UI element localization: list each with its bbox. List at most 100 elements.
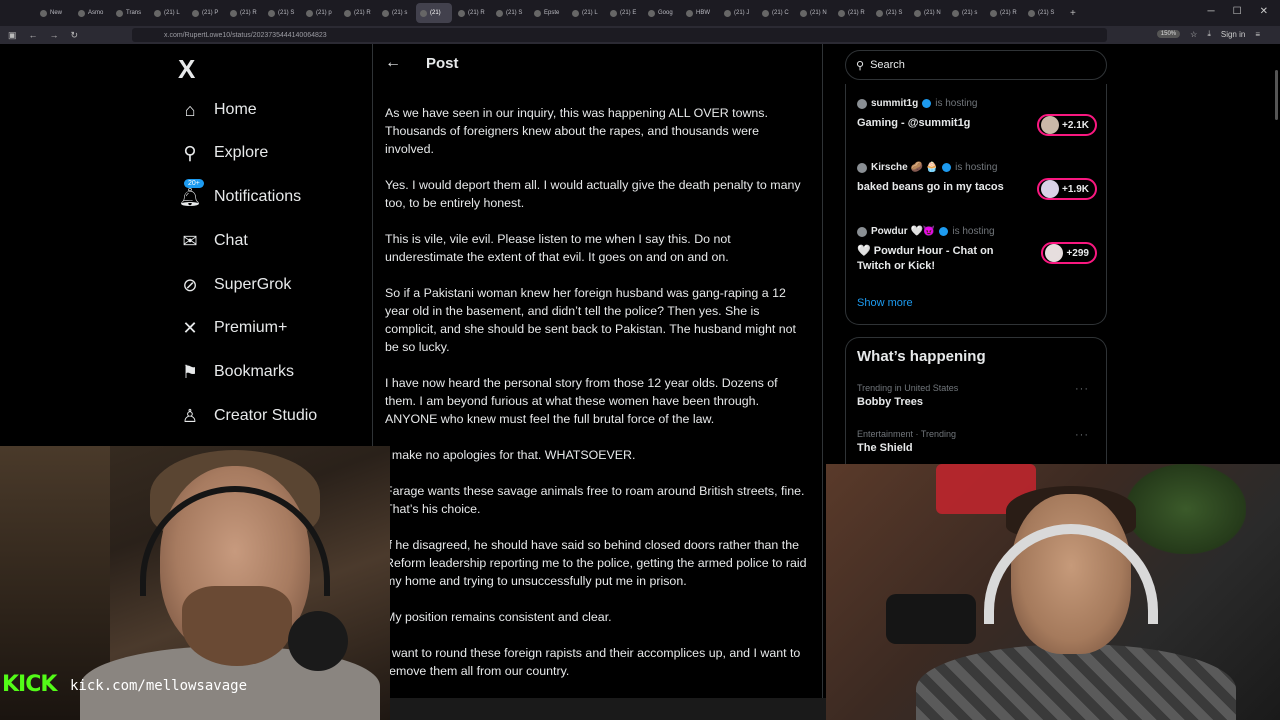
browser-tab[interactable]: Goog	[644, 3, 680, 23]
browser-tab[interactable]: HBW	[682, 3, 718, 23]
sidebar-item-home[interactable]: ⌂ Home	[180, 100, 257, 120]
tab-favicon-icon	[382, 9, 389, 17]
trend-meta: Trending in United States	[857, 383, 959, 393]
live-title: 🤍 Powdur Hour - Chat on Twitch or Kick!	[857, 245, 994, 272]
star-icon[interactable]: ☆	[1190, 30, 1197, 39]
tab-favicon-icon	[838, 9, 845, 17]
menu-icon[interactable]: ≡	[1255, 30, 1260, 39]
browser-tab[interactable]: (21) S	[872, 3, 908, 23]
trend-item[interactable]: Entertainment · Trending The Shield ···	[857, 429, 1097, 454]
sidebar-item-premium[interactable]: ✕ Premium+	[180, 318, 287, 338]
microphone	[288, 611, 348, 671]
browser-tab[interactable]: (21) R	[340, 3, 376, 23]
tab-favicon-icon	[192, 9, 199, 17]
post-paragraph: As we have seen in our inquiry, this was…	[385, 106, 768, 156]
sidebar-item-creator-studio[interactable]: ♙ Creator Studio	[180, 406, 317, 426]
tab-label: (21) S	[1038, 10, 1055, 16]
live-item[interactable]: Powdur 🤍😈 is hosting 🤍 Powdur Hour - Cha…	[857, 226, 1097, 274]
browser-tab[interactable]: (21) P	[188, 3, 224, 23]
zoom-level[interactable]: 150%	[1156, 30, 1181, 38]
post-paragraph: This is vile, vile evil. Please listen t…	[385, 232, 731, 264]
browser-tab[interactable]: (21) E	[606, 3, 642, 23]
browser-tab[interactable]: (21) J	[720, 3, 756, 23]
scrollbar[interactable]	[1275, 70, 1278, 120]
browser-tab[interactable]: (21) s	[378, 3, 414, 23]
close-icon[interactable]: ✕	[1260, 6, 1268, 17]
forward-icon[interactable]: →	[50, 30, 59, 40]
browser-tab[interactable]: (21) N	[796, 3, 832, 23]
browser-tab[interactable]: (21)	[416, 3, 452, 23]
left-sidebar: X ⌂ Home ⚲ Explore 🔔︎ 20+ Notifications ✉…	[170, 44, 370, 464]
sidebar-item-bookmarks[interactable]: ⚑ Bookmarks	[180, 362, 294, 382]
trend-item[interactable]: Trending in United States Bobby Trees ··…	[857, 383, 1097, 408]
host-name: Powdur 🤍😈	[871, 226, 936, 237]
notification-badge: 20+	[184, 179, 204, 188]
browser-tab[interactable]: New	[36, 3, 72, 23]
browser-tab[interactable]: (21) C	[758, 3, 794, 23]
tab-label: Trans	[126, 10, 142, 16]
sidebar-toggle-icon[interactable]: ▣	[8, 30, 17, 41]
sidebar-item-notifications[interactable]: 🔔︎ 20+ Notifications	[179, 179, 301, 207]
verified-icon	[939, 227, 949, 236]
creator-icon: ♙	[181, 405, 199, 426]
back-icon[interactable]: ←	[29, 30, 38, 40]
search-icon: ⚲	[856, 59, 865, 72]
listener-count-pill[interactable]: +299	[1041, 242, 1097, 264]
download-icon[interactable]: ⤓	[1207, 29, 1211, 39]
trend-name: The Shield	[857, 442, 913, 454]
listener-count-pill[interactable]: +1.9K	[1037, 178, 1097, 200]
minimize-icon[interactable]: ─	[1208, 6, 1215, 17]
page-title: Post	[426, 55, 459, 72]
sidebar-item-supergrok[interactable]: ⊘ SuperGrok	[180, 275, 291, 295]
browser-tab[interactable]: (21) R	[226, 3, 262, 23]
show-more-link[interactable]: Show more	[857, 297, 913, 309]
x-logo[interactable]: X	[178, 54, 195, 85]
tab-label: Goog	[658, 10, 673, 16]
more-icon[interactable]: ···	[1075, 429, 1089, 441]
tab-favicon-icon	[800, 9, 807, 17]
live-item[interactable]: summit1g is hosting Gaming - @summit1g +…	[857, 98, 1097, 136]
sidebar-item-chat[interactable]: ✉ Chat	[180, 231, 247, 251]
browser-tab[interactable]: (21) S	[1024, 3, 1060, 23]
tab-favicon-icon	[952, 9, 959, 17]
tab-label: (21) s	[962, 10, 978, 16]
avatar	[857, 226, 867, 237]
url-bar[interactable]: x.com/RupertLowe10/status/20237354441400…	[132, 28, 1107, 42]
live-item[interactable]: Kirsche 🥔 🧁 is hosting baked beans go in…	[857, 162, 1097, 200]
tab-label: (21) p	[316, 10, 332, 16]
reload-icon[interactable]: ↻	[71, 30, 79, 41]
streamer-beard	[182, 586, 292, 666]
tab-favicon-icon	[458, 9, 465, 17]
tab-label: (21) P	[202, 10, 219, 16]
browser-tab[interactable]: (21) S	[492, 3, 528, 23]
browser-tab[interactable]: (21) R	[454, 3, 490, 23]
browser-tab[interactable]: Asmo	[74, 3, 110, 23]
browser-tab[interactable]: (21) N	[910, 3, 946, 23]
host-name: summit1g	[871, 98, 919, 109]
listener-count-pill[interactable]: +2.1K	[1037, 114, 1097, 136]
browser-tab[interactable]: (21) p	[302, 3, 338, 23]
tab-label: (21) N	[924, 10, 941, 16]
tab-label: (21) R	[1000, 10, 1017, 16]
tab-label: New	[50, 10, 63, 16]
search-input[interactable]: ⚲ Search	[845, 50, 1107, 80]
browser-tab[interactable]: (21) R	[986, 3, 1022, 23]
sign-in-button[interactable]: Sign in	[1221, 30, 1245, 39]
browser-tab[interactable]: (21) S	[264, 3, 300, 23]
browser-tab[interactable]: (21) L	[568, 3, 604, 23]
browser-tab[interactable]: (21) s	[948, 3, 984, 23]
new-tab-icon[interactable]: +	[1070, 8, 1076, 19]
back-arrow-icon[interactable]: ←	[385, 54, 401, 72]
browser-tab[interactable]: Epste	[530, 3, 566, 23]
streamer-jacket	[916, 644, 1236, 720]
host-name: Kirsche 🥔 🧁	[871, 162, 939, 173]
browser-tab[interactable]: Trans	[112, 3, 148, 23]
more-icon[interactable]: ···	[1075, 383, 1089, 395]
maximize-icon[interactable]: ☐	[1233, 6, 1242, 17]
sidebar-item-explore[interactable]: ⚲ Explore	[180, 143, 268, 163]
post-body: As we have seen in our inquiry, this was…	[385, 104, 810, 698]
browser-tab[interactable]: (21) L	[150, 3, 186, 23]
browser-tab[interactable]: (21) R	[834, 3, 870, 23]
host-status: is hosting	[935, 98, 978, 109]
tab-favicon-icon	[990, 9, 997, 17]
